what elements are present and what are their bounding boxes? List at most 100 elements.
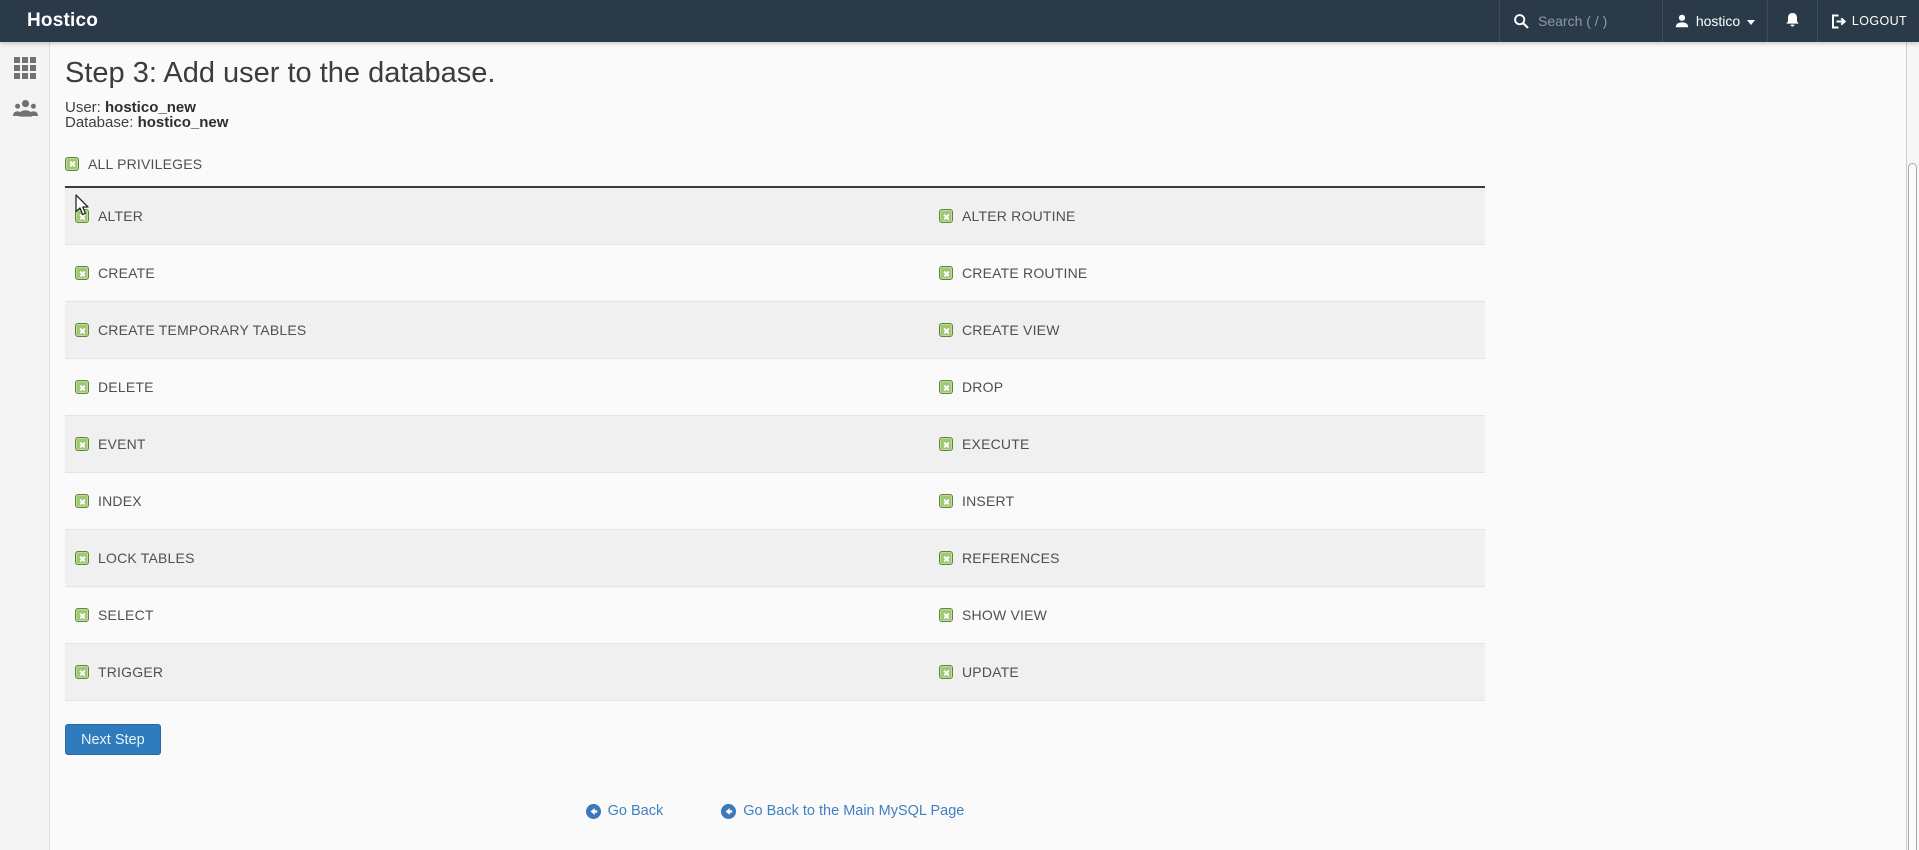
- privilege-label: EVENT: [98, 436, 146, 452]
- privilege-checkbox-delete[interactable]: [75, 380, 89, 394]
- privilege-checkbox-insert[interactable]: [939, 494, 953, 508]
- privilege-label: INSERT: [962, 493, 1014, 509]
- privilege-label: UPDATE: [962, 664, 1019, 680]
- logout-button[interactable]: LOGOUT: [1817, 0, 1919, 42]
- logout-label: LOGOUT: [1852, 14, 1907, 28]
- privilege-label: DELETE: [98, 379, 154, 395]
- search-icon: [1513, 13, 1529, 29]
- privilege-label: TRIGGER: [98, 664, 163, 680]
- privilege-checkbox-select[interactable]: [75, 608, 89, 622]
- user-icon: [1675, 14, 1689, 28]
- privilege-checkbox-alter[interactable]: [75, 209, 89, 223]
- privilege-row: CREATE CREATE ROUTINE: [65, 245, 1485, 302]
- all-privileges-row: ALL PRIVILEGES: [65, 156, 1485, 171]
- privilege-row: SELECT SHOW VIEW: [65, 587, 1485, 644]
- database-line: Database: hostico_new: [65, 115, 1485, 130]
- page-title: Step 3: Add user to the database.: [65, 57, 1485, 90]
- privilege-label: SHOW VIEW: [962, 607, 1047, 623]
- all-privileges-checkbox[interactable]: [65, 157, 79, 171]
- main-content: Step 3: Add user to the database. User: …: [50, 42, 1906, 850]
- privilege-label: CREATE TEMPORARY TABLES: [98, 322, 306, 338]
- privilege-cell: SHOW VIEW: [929, 607, 1485, 623]
- privilege-cell: INSERT: [929, 493, 1485, 509]
- privilege-row: TRIGGER UPDATE: [65, 644, 1485, 701]
- sidebar-item-applications[interactable]: [0, 48, 50, 88]
- privilege-cell: DROP: [929, 379, 1485, 395]
- privilege-cell: UPDATE: [929, 664, 1485, 680]
- brand-logo[interactable]: Hostico: [0, 0, 98, 42]
- database-label: Database:: [65, 114, 133, 131]
- top-navbar: Hostico hostico: [0, 0, 1919, 42]
- footer-links: Go Back Go Back to the Main MySQL Page: [65, 803, 1485, 819]
- header-search: [1499, 0, 1662, 42]
- privilege-checkbox-update[interactable]: [939, 665, 953, 679]
- privilege-row: CREATE TEMPORARY TABLES CREATE VIEW: [65, 302, 1485, 359]
- privilege-checkbox-create-routine[interactable]: [939, 266, 953, 280]
- privilege-checkbox-index[interactable]: [75, 494, 89, 508]
- privilege-checkbox-create-temporary-tables[interactable]: [75, 323, 89, 337]
- privilege-cell: ALTER: [65, 208, 929, 224]
- privilege-label: ALTER: [98, 208, 143, 224]
- privilege-checkbox-execute[interactable]: [939, 437, 953, 451]
- go-back-mysql-link[interactable]: Go Back to the Main MySQL Page: [721, 803, 964, 819]
- privilege-checkbox-lock-tables[interactable]: [75, 551, 89, 565]
- privileges-table: ALTER ALTER ROUTINE CREATE CREATE ROUTIN…: [65, 186, 1485, 701]
- privilege-label: REFERENCES: [962, 550, 1060, 566]
- privilege-label: LOCK TABLES: [98, 550, 195, 566]
- privilege-checkbox-create[interactable]: [75, 266, 89, 280]
- privilege-cell: REFERENCES: [929, 550, 1485, 566]
- privilege-cell: TRIGGER: [65, 664, 929, 680]
- privilege-cell: EXECUTE: [929, 436, 1485, 452]
- privilege-label: CREATE ROUTINE: [962, 265, 1087, 281]
- next-step-button[interactable]: Next Step: [65, 724, 161, 755]
- privilege-row: ALTER ALTER ROUTINE: [65, 188, 1485, 245]
- privilege-cell: CREATE: [65, 265, 929, 281]
- go-back-mysql-label: Go Back to the Main MySQL Page: [743, 803, 964, 819]
- all-privileges-label: ALL PRIVILEGES: [88, 156, 202, 172]
- logout-icon: [1830, 14, 1846, 29]
- privilege-cell: INDEX: [65, 493, 929, 509]
- privilege-row: EVENT EXECUTE: [65, 416, 1485, 473]
- privilege-cell: CREATE VIEW: [929, 322, 1485, 338]
- privilege-checkbox-references[interactable]: [939, 551, 953, 565]
- search-input[interactable]: [1538, 13, 1656, 29]
- privilege-checkbox-drop[interactable]: [939, 380, 953, 394]
- privilege-row: INDEX INSERT: [65, 473, 1485, 530]
- sidebar-item-accounts[interactable]: [0, 88, 50, 128]
- privilege-cell: ALTER ROUTINE: [929, 208, 1485, 224]
- privilege-label: ALTER ROUTINE: [962, 208, 1076, 224]
- grid-icon: [14, 57, 36, 79]
- privilege-checkbox-show-view[interactable]: [939, 608, 953, 622]
- notifications-button[interactable]: [1767, 0, 1817, 42]
- privilege-checkbox-alter-routine[interactable]: [939, 209, 953, 223]
- vertical-scrollbar-thumb[interactable]: [1908, 163, 1917, 850]
- vertical-scrollbar-track[interactable]: [1906, 42, 1919, 850]
- user-menu-label: hostico: [1696, 13, 1740, 29]
- privilege-checkbox-event[interactable]: [75, 437, 89, 451]
- go-back-link[interactable]: Go Back: [586, 803, 664, 819]
- privilege-row: LOCK TABLES REFERENCES: [65, 530, 1485, 587]
- header-spacer: [98, 0, 1499, 42]
- privilege-cell: CREATE TEMPORARY TABLES: [65, 322, 929, 338]
- arrow-circle-left-icon: [721, 804, 736, 819]
- privilege-cell: DELETE: [65, 379, 929, 395]
- context-info: User: hostico_new Database: hostico_new: [65, 100, 1485, 130]
- privilege-row: DELETE DROP: [65, 359, 1485, 416]
- user-menu[interactable]: hostico: [1662, 0, 1767, 42]
- privilege-label: CREATE: [98, 265, 155, 281]
- users-group-icon: [12, 98, 39, 118]
- go-back-label: Go Back: [608, 803, 664, 819]
- privilege-checkbox-create-view[interactable]: [939, 323, 953, 337]
- bell-icon: [1784, 12, 1801, 30]
- privilege-checkbox-trigger[interactable]: [75, 665, 89, 679]
- privilege-label: INDEX: [98, 493, 142, 509]
- page: Hostico hostico: [0, 0, 1919, 850]
- arrow-circle-left-icon: [586, 804, 601, 819]
- privilege-cell: CREATE ROUTINE: [929, 265, 1485, 281]
- left-sidebar: [0, 42, 50, 850]
- privilege-cell: LOCK TABLES: [65, 550, 929, 566]
- privilege-label: SELECT: [98, 607, 154, 623]
- privilege-label: EXECUTE: [962, 436, 1030, 452]
- caret-down-icon: [1747, 20, 1755, 25]
- user-line: User: hostico_new: [65, 100, 1485, 115]
